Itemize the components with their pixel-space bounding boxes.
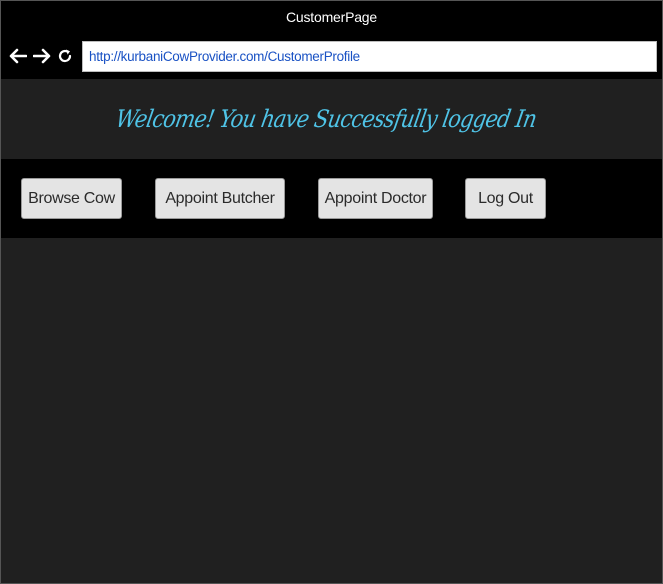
back-button[interactable] bbox=[7, 44, 29, 68]
content-area bbox=[1, 238, 662, 582]
browser-window: CustomerPage http://kurbaniCowProvider.c… bbox=[0, 0, 663, 584]
arrow-right-icon bbox=[33, 48, 51, 64]
reload-button[interactable] bbox=[54, 44, 76, 68]
appoint-butcher-button[interactable]: Appoint Butcher bbox=[155, 178, 285, 219]
browse-cow-button[interactable]: Browse Cow bbox=[21, 178, 122, 219]
address-bar[interactable]: http://kurbaniCowProvider.com/CustomerPr… bbox=[82, 40, 657, 72]
welcome-banner: Welcome! You have Successfully logged In bbox=[1, 79, 662, 159]
log-out-button[interactable]: Log Out bbox=[465, 178, 546, 219]
window-title: CustomerPage bbox=[286, 9, 377, 25]
appoint-doctor-button[interactable]: Appoint Doctor bbox=[318, 178, 433, 219]
window-titlebar: CustomerPage bbox=[1, 1, 662, 33]
arrow-left-icon bbox=[9, 48, 27, 64]
forward-button[interactable] bbox=[31, 44, 53, 68]
url-text: http://kurbaniCowProvider.com/CustomerPr… bbox=[89, 48, 360, 64]
menu-bar: Browse Cow Appoint Butcher Appoint Docto… bbox=[1, 159, 662, 238]
reload-icon bbox=[58, 49, 72, 63]
welcome-message: Welcome! You have Successfully logged In bbox=[114, 105, 539, 133]
browser-navbar: http://kurbaniCowProvider.com/CustomerPr… bbox=[1, 33, 662, 79]
